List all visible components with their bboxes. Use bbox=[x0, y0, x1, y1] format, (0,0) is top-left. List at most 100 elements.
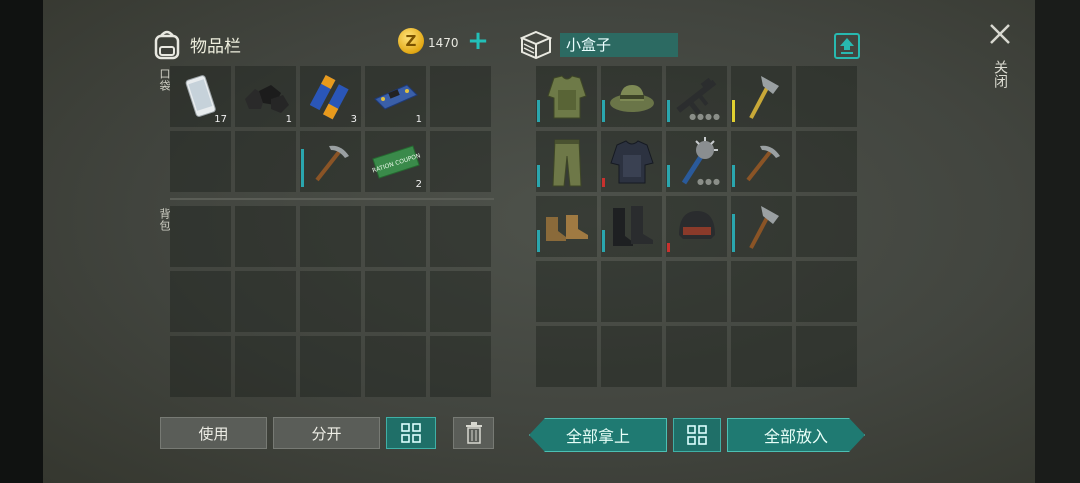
batteries-icon bbox=[309, 74, 349, 119]
coal-icon bbox=[244, 84, 289, 113]
box-slot[interactable] bbox=[796, 261, 857, 322]
durability-bar bbox=[732, 214, 735, 252]
upload-icon bbox=[840, 38, 854, 54]
box-grid: ●●●● ●●● bbox=[536, 66, 857, 387]
coin-count: 1470 bbox=[428, 36, 459, 50]
close-icon[interactable] bbox=[986, 20, 1014, 48]
box-slot[interactable] bbox=[536, 326, 597, 387]
backpack-slot[interactable] bbox=[365, 271, 426, 332]
trash-icon bbox=[465, 422, 482, 444]
backpack-slot[interactable] bbox=[365, 336, 426, 397]
hatchet-icon bbox=[748, 75, 779, 119]
use-button[interactable]: 使用 bbox=[160, 417, 267, 449]
box-icon bbox=[520, 30, 552, 60]
backpack-slot[interactable] bbox=[300, 336, 361, 397]
backpack-slot[interactable] bbox=[430, 336, 491, 397]
backpack-slot[interactable] bbox=[235, 206, 296, 267]
box-slot[interactable] bbox=[536, 196, 597, 257]
circuit-board-icon bbox=[373, 83, 418, 110]
box-slot[interactable] bbox=[601, 66, 662, 127]
transfer-button[interactable] bbox=[834, 33, 860, 59]
pocket-slot[interactable] bbox=[170, 131, 231, 192]
backpack-slot[interactable] bbox=[365, 206, 426, 267]
box-slot[interactable] bbox=[536, 261, 597, 322]
box-slot[interactable] bbox=[731, 261, 792, 322]
pocket-slot[interactable]: 1 bbox=[365, 66, 426, 127]
durability-bar bbox=[537, 100, 540, 122]
box-slot[interactable] bbox=[666, 196, 727, 257]
split-button[interactable]: 分开 bbox=[273, 417, 380, 449]
box-slot[interactable] bbox=[731, 196, 792, 257]
pickaxe-icon bbox=[745, 145, 780, 181]
box-slot[interactable] bbox=[601, 261, 662, 322]
leather-boots-icon bbox=[545, 214, 588, 241]
combat-boots-icon bbox=[612, 205, 653, 246]
backpack-slot[interactable] bbox=[430, 271, 491, 332]
combat-helmet-icon bbox=[678, 210, 715, 239]
pocket-slot[interactable]: 1 bbox=[235, 66, 296, 127]
box-name-field[interactable]: 小盒子 bbox=[560, 33, 678, 57]
pocket-slot[interactable]: 3 bbox=[300, 66, 361, 127]
backpack-grid bbox=[170, 206, 491, 397]
take-all-button[interactable]: 全部拿上 bbox=[529, 418, 667, 452]
police-armor-icon bbox=[609, 139, 654, 183]
item-count: 1 bbox=[415, 114, 422, 125]
sort-inventory-button[interactable] bbox=[386, 417, 436, 449]
item-count: 3 bbox=[350, 114, 357, 125]
inventory-header: 物品栏 bbox=[152, 24, 241, 64]
backpack-slot[interactable] bbox=[170, 271, 231, 332]
item-count: 1 bbox=[285, 114, 292, 125]
box-slot[interactable] bbox=[796, 326, 857, 387]
backpack-slot[interactable] bbox=[170, 206, 231, 267]
item-count: 2 bbox=[415, 179, 422, 190]
box-slot[interactable] bbox=[796, 131, 857, 192]
backpack-slot[interactable] bbox=[300, 271, 361, 332]
box-slot[interactable]: ●●●● bbox=[666, 66, 727, 127]
box-slot[interactable] bbox=[796, 196, 857, 257]
grid-sort-icon bbox=[401, 423, 421, 443]
durability-bar bbox=[602, 178, 605, 187]
backpack-slot[interactable] bbox=[235, 271, 296, 332]
boonie-hat-icon bbox=[609, 84, 654, 112]
box-slot[interactable] bbox=[601, 131, 662, 192]
sort-box-button[interactable] bbox=[673, 418, 721, 452]
durability-bar bbox=[537, 230, 540, 252]
box-slot[interactable] bbox=[731, 66, 792, 127]
pocket-slot[interactable] bbox=[300, 131, 361, 192]
armor-vest-icon bbox=[546, 74, 587, 118]
box-slot[interactable] bbox=[601, 326, 662, 387]
box-slot[interactable] bbox=[731, 131, 792, 192]
durability-bar bbox=[667, 165, 670, 187]
close-label[interactable]: 关闭 bbox=[990, 60, 1010, 88]
camo-pants-icon bbox=[551, 139, 582, 186]
left-edge bbox=[0, 0, 43, 483]
box-slot[interactable] bbox=[666, 261, 727, 322]
put-all-button[interactable]: 全部放入 bbox=[727, 418, 865, 452]
box-slot[interactable] bbox=[536, 66, 597, 127]
backpack-slot[interactable] bbox=[430, 206, 491, 267]
add-coins-button[interactable]: + bbox=[466, 28, 490, 54]
box-slot[interactable] bbox=[536, 131, 597, 192]
box-slot[interactable] bbox=[666, 326, 727, 387]
pocket-slot[interactable] bbox=[430, 66, 491, 127]
pocket-slot[interactable] bbox=[235, 131, 296, 192]
section-divider bbox=[170, 198, 494, 200]
pocket-slot[interactable]: RATION COUPON 2 bbox=[365, 131, 426, 192]
trash-button[interactable] bbox=[453, 417, 494, 449]
backpack-slot[interactable] bbox=[170, 336, 231, 397]
pocket-slot[interactable]: 17 bbox=[170, 66, 231, 127]
backpack-slot[interactable] bbox=[300, 206, 361, 267]
box-slot[interactable]: ●●● bbox=[666, 131, 727, 192]
durability-bar bbox=[667, 243, 670, 252]
backpack-slot[interactable] bbox=[235, 336, 296, 397]
box-slot[interactable] bbox=[601, 196, 662, 257]
durability-bar bbox=[667, 100, 670, 122]
durability-bar bbox=[602, 100, 605, 122]
box-header: 小盒子 bbox=[520, 30, 678, 60]
pocket-slot[interactable] bbox=[430, 131, 491, 192]
durability-bar bbox=[732, 165, 735, 187]
box-slot[interactable] bbox=[796, 66, 857, 127]
durability-bar bbox=[537, 165, 540, 187]
box-slot[interactable] bbox=[731, 326, 792, 387]
pickaxe-icon bbox=[314, 145, 349, 181]
